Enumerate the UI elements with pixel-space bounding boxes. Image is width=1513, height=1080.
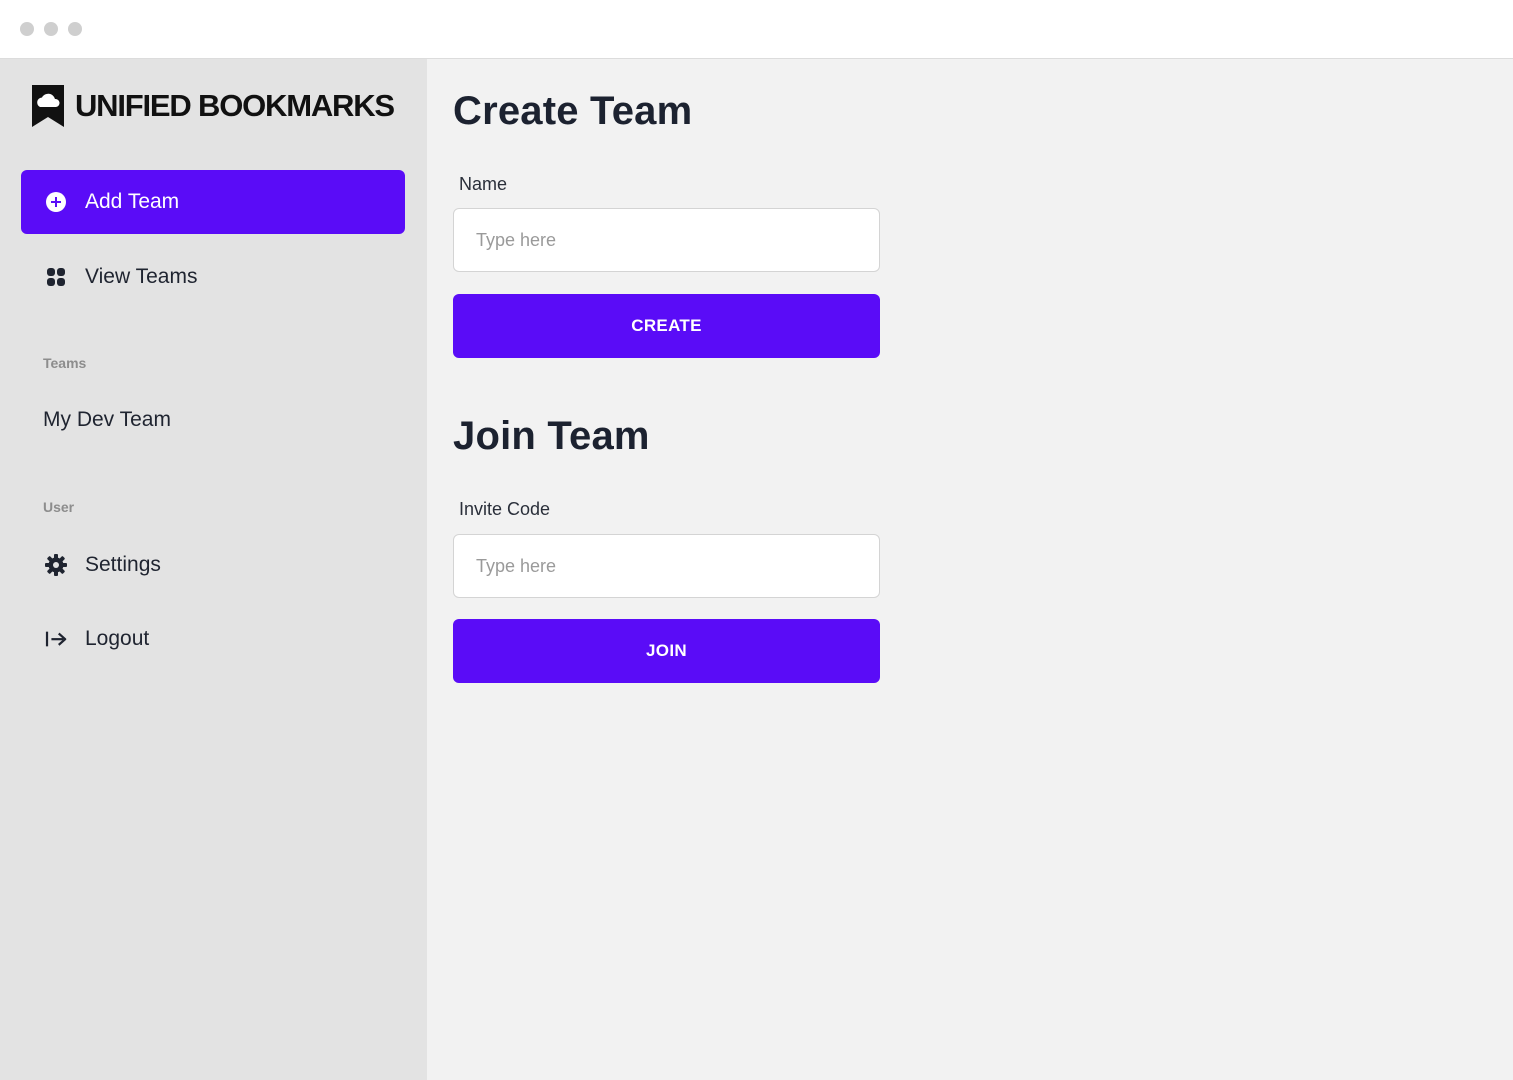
team-name-input[interactable] — [453, 208, 880, 272]
logo-text: UNIFIED BOOKMARKS — [75, 88, 395, 123]
bookmark-cloud-icon — [32, 85, 64, 127]
nav-view-teams[interactable]: View Teams — [21, 245, 405, 309]
window-minimize-dot[interactable] — [44, 22, 58, 36]
nav-logout[interactable]: Logout — [21, 607, 405, 671]
create-team-title: Create Team — [453, 89, 693, 133]
main-content: Create Team Name CREATE Join Team Invite… — [427, 59, 1513, 1080]
app-logo[interactable]: UNIFIED BOOKMARKS — [30, 83, 395, 129]
name-field-label: Name — [459, 174, 508, 194]
join-team-title: Join Team — [453, 414, 650, 458]
plus-circle-icon — [45, 191, 67, 213]
create-button[interactable]: CREATE — [453, 294, 880, 358]
teams-section-label: Teams — [43, 355, 87, 371]
team-item-my-dev-team[interactable]: My Dev Team — [43, 408, 171, 432]
window-title-bar — [0, 0, 1513, 59]
sidebar: UNIFIED BOOKMARKS Add Team View Teams Te… — [0, 59, 427, 1080]
invite-code-input[interactable] — [453, 534, 880, 598]
grid-icon — [45, 266, 67, 288]
window-close-dot[interactable] — [20, 22, 34, 36]
gear-icon — [45, 554, 67, 576]
join-button[interactable]: JOIN — [453, 619, 880, 683]
invite-code-field-label: Invite Code — [459, 499, 551, 519]
nav-add-team-label: Add Team — [85, 190, 180, 213]
logout-icon — [45, 628, 67, 650]
nav-settings[interactable]: Settings — [21, 533, 405, 597]
nav-settings-label: Settings — [85, 553, 161, 576]
nav-logout-label: Logout — [85, 627, 150, 650]
user-section-label: User — [43, 499, 75, 515]
nav-add-team[interactable]: Add Team — [21, 170, 405, 234]
window-maximize-dot[interactable] — [68, 22, 82, 36]
nav-view-teams-label: View Teams — [85, 265, 198, 288]
